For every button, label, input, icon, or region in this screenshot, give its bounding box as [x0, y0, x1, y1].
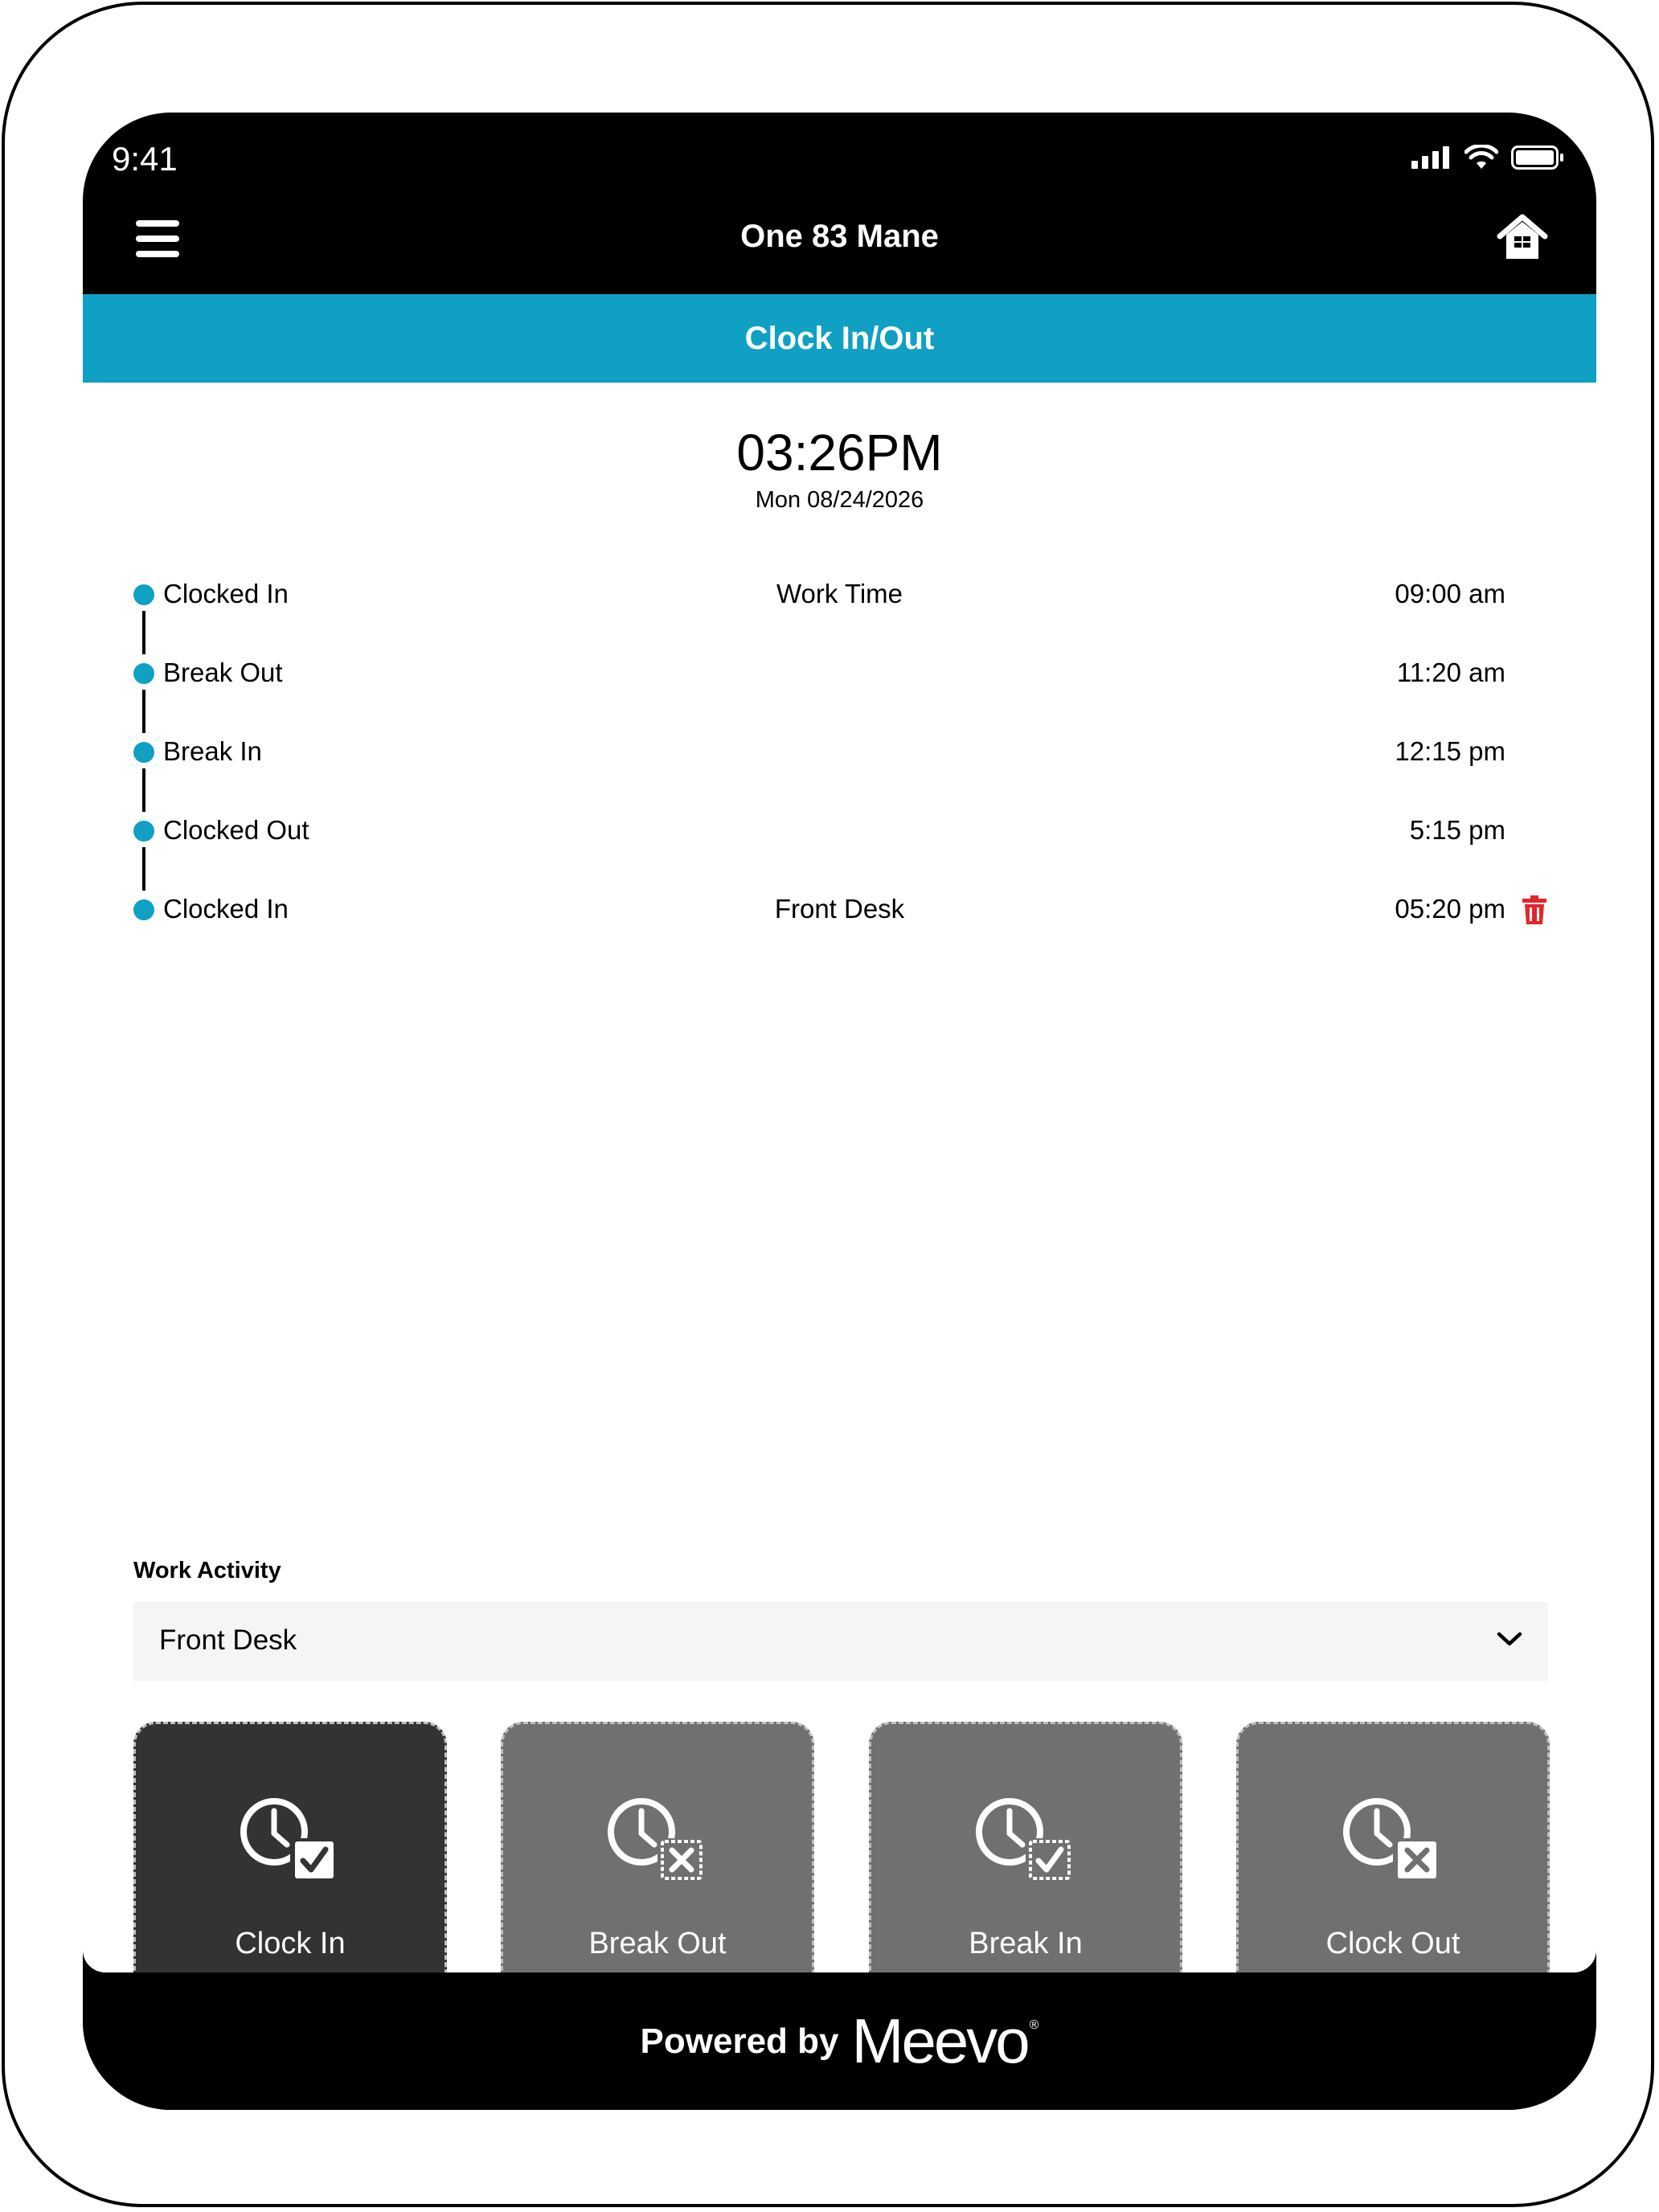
- work-activity-value: Front Desk: [159, 1624, 297, 1656]
- timeline-row: Clocked In Work Time 09:00 am: [83, 576, 1596, 611]
- home-icon: [1497, 214, 1548, 259]
- clock-x-icon: [608, 1798, 703, 1880]
- chevron-down-icon: [1497, 1632, 1522, 1646]
- wifi-icon: [1464, 145, 1498, 169]
- app-screen: 9:41 One 83 Mane Clock In/Out 03:26PM Mo…: [83, 113, 1596, 2110]
- clock-out-label: Clock Out: [1325, 1927, 1460, 1960]
- timeline-dot: [133, 821, 154, 842]
- work-activity-select[interactable]: Front Desk: [133, 1602, 1548, 1681]
- timeline-connector: [142, 690, 145, 733]
- home-button[interactable]: [1497, 212, 1548, 264]
- punch-type: Clocked Out: [163, 815, 309, 845]
- clock-check-icon: [240, 1798, 335, 1880]
- timeline-connector: [142, 847, 145, 891]
- current-date: Mon 08/24/2026: [755, 487, 924, 513]
- main-content: 03:26PM Mon 08/24/2026 Clocked In Work T…: [83, 383, 1596, 2030]
- timeline-row: Clocked In Front Desk 05:20 pm: [83, 891, 1596, 926]
- clock-check-icon: [976, 1798, 1071, 1880]
- status-bar: 9:41: [83, 113, 1596, 201]
- punch-type: Break Out: [163, 657, 283, 687]
- battery-icon: [1511, 145, 1563, 170]
- venue-title: One 83 Mane: [740, 219, 939, 254]
- clock-x-icon: [1343, 1798, 1438, 1880]
- nav-bar: One 83 Mane: [83, 201, 1596, 294]
- clock-in-label: Clock In: [235, 1927, 346, 1960]
- punch-time: 12:15 pm: [1395, 736, 1505, 766]
- break-in-label: Break In: [969, 1927, 1083, 1960]
- page-title-bar: Clock In/Out: [83, 294, 1596, 383]
- punch-time: 05:20 pm: [1395, 894, 1505, 924]
- status-icons: [1411, 145, 1564, 170]
- trash-icon: [1522, 895, 1546, 924]
- timeline-connector: [142, 768, 145, 812]
- break-out-label: Break Out: [588, 1927, 727, 1960]
- delete-punch-button[interactable]: [1522, 895, 1546, 924]
- footer: Powered by Meevo ®: [83, 1972, 1596, 2110]
- punch-time: 11:20 am: [1396, 657, 1505, 687]
- registered-mark: ®: [1029, 2017, 1039, 2032]
- timeline-connector: [142, 611, 145, 654]
- timeline-dot: [133, 742, 154, 763]
- page-title: Clock In/Out: [744, 320, 935, 356]
- timeline-row: Clocked Out 5:15 pm: [83, 812, 1596, 847]
- work-activity-label: Work Activity: [133, 1558, 281, 1583]
- punch-time: 09:00 am: [1395, 579, 1505, 608]
- timeline-dot: [133, 663, 154, 684]
- punch-time: 5:15 pm: [1409, 815, 1505, 845]
- punch-type: Break In: [163, 736, 262, 766]
- timeline-row: Break Out 11:20 am: [83, 654, 1596, 690]
- brand-logo: Meevo: [851, 2005, 1030, 2076]
- timeline-row: Break In 12:15 pm: [83, 733, 1596, 768]
- signal-icon: [1411, 146, 1449, 169]
- punch-activity: Work Time: [776, 579, 903, 608]
- status-time: 9:41: [112, 140, 178, 178]
- powered-by-text: Powered by: [640, 2021, 839, 2061]
- current-time: 03:26PM: [736, 424, 943, 481]
- punch-activity: Front Desk: [774, 894, 905, 924]
- device-frame: 9:41 One 83 Mane Clock In/Out 03:26PM Mo…: [2, 2, 1654, 2207]
